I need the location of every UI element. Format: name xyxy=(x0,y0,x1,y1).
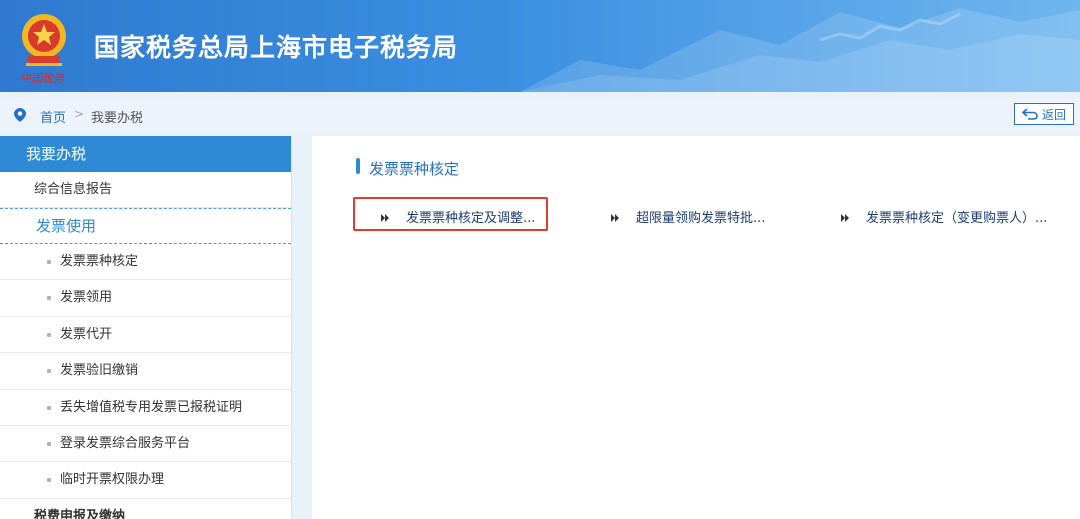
sidebar-subitem[interactable]: 发票代开 xyxy=(0,317,291,354)
bullet-icon xyxy=(47,296,51,301)
bullet-icon xyxy=(47,478,51,483)
sidebar-subitem[interactable]: 临时开票权限办理 xyxy=(0,462,291,499)
link-over-limit-approval[interactable]: 超限量领购发票特批... xyxy=(610,207,765,226)
bullet-icon xyxy=(47,369,51,374)
breadcrumb: 首页 > 我要办税 xyxy=(0,98,1080,132)
bullet-icon xyxy=(47,260,51,264)
location-pin-icon xyxy=(14,108,26,122)
breadcrumb-separator: > xyxy=(74,107,85,121)
sidebar-subitem[interactable]: 丢失增值税专用发票已报税证明 xyxy=(0,390,291,426)
emblem-caption: 中国税务 xyxy=(20,72,64,85)
sidebar-item-tax-filing[interactable]: 税费申报及缴纳 xyxy=(0,499,291,519)
sidebar-group-invoice-use[interactable]: 发票使用 xyxy=(0,208,291,244)
link-change-purchaser[interactable]: 发票票种核定（变更购票人）... xyxy=(840,207,1047,226)
bullet-icon xyxy=(47,405,51,410)
sidebar: 我要办税 综合信息报告 发票使用 发票票种核定 发票领用 发票代开 发票验旧缴销… xyxy=(0,136,292,519)
bullet-icon xyxy=(47,332,51,337)
double-chevron-right-icon xyxy=(841,214,849,222)
double-chevron-right-icon xyxy=(611,214,619,222)
sidebar-subitem[interactable]: 发票领用 xyxy=(0,280,291,317)
link-invoice-type-adjust[interactable]: 发票票种核定及调整... xyxy=(380,207,535,226)
breadcrumb-home-link[interactable]: 首页 xyxy=(40,107,66,126)
sidebar-subitem[interactable]: 发票验旧缴销 xyxy=(0,353,291,390)
sidebar-subitem[interactable]: 发票票种核定 xyxy=(0,244,291,281)
sidebar-title: 我要办税 xyxy=(0,136,291,172)
double-chevron-right-icon xyxy=(381,214,389,222)
site-title: 国家税务总局上海市电子税务局 xyxy=(94,33,459,62)
return-arrow-icon xyxy=(1021,108,1038,120)
back-button[interactable]: 返回 xyxy=(1014,103,1074,125)
great-wall-background xyxy=(520,8,1080,92)
section-title: 发票票种核定 xyxy=(369,160,460,178)
back-button-label: 返回 xyxy=(1041,107,1066,122)
sidebar-subitem[interactable]: 登录发票综合服务平台 xyxy=(0,426,291,463)
breadcrumb-current: 我要办税 xyxy=(91,111,144,126)
main-panel: 发票票种核定 发票票种核定及调整... 超限量领购发票特批... 发票票种核定（… xyxy=(312,136,1080,519)
section-accent-bar xyxy=(356,158,360,174)
bullet-icon xyxy=(47,441,51,446)
sidebar-item-info-report[interactable]: 综合信息报告 xyxy=(0,172,291,208)
site-header: 中国税务 国家税务总局上海市电子税务局 xyxy=(0,0,1080,92)
